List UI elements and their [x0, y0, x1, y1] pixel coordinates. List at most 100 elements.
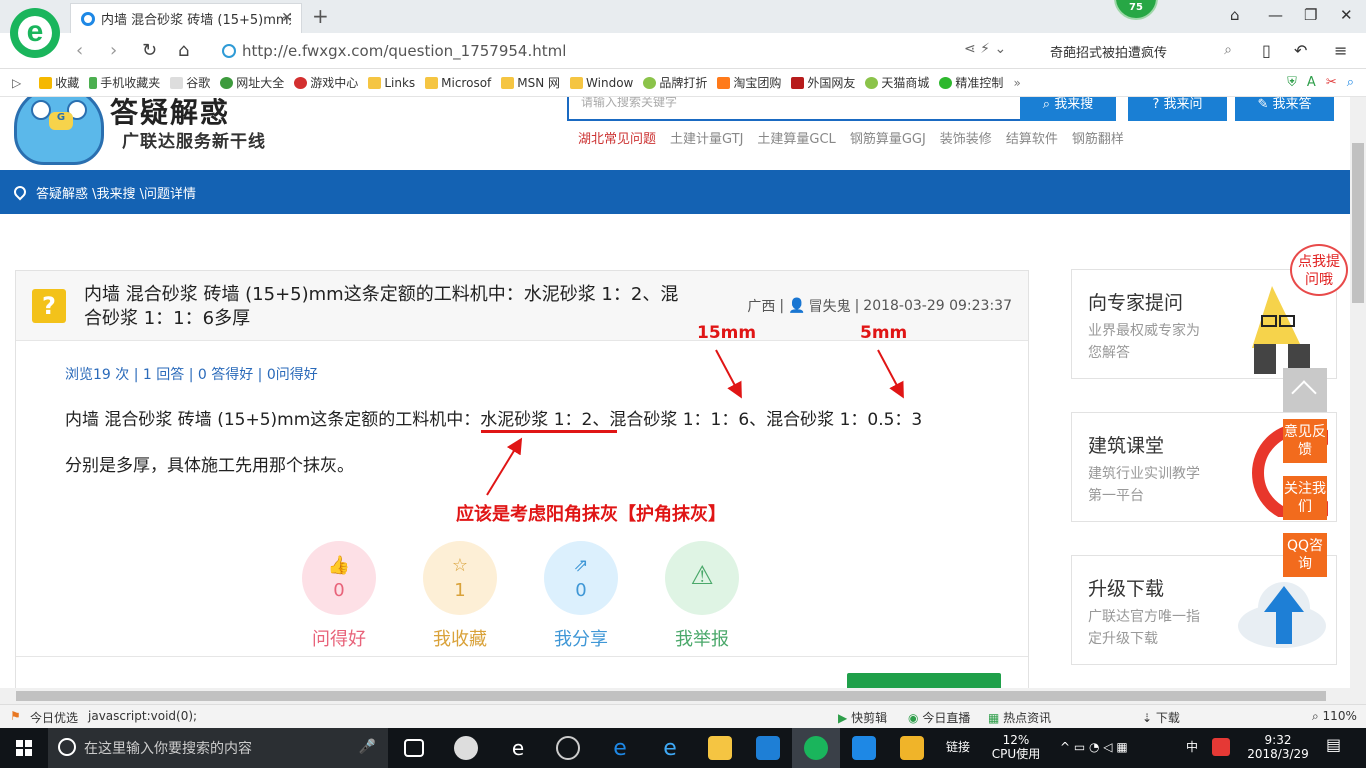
bookmark-item[interactable]: 天猫商城	[865, 74, 929, 91]
star-icon	[39, 76, 53, 89]
bookmark-folder[interactable]: Links	[368, 76, 415, 90]
scroll-thumb[interactable]	[1352, 143, 1364, 303]
bookmark-item[interactable]: 收藏	[39, 74, 79, 91]
bookmark-folder[interactable]: Window	[570, 76, 633, 90]
taobao-icon	[717, 76, 731, 89]
zoom-level[interactable]: ⌕ 110%	[1312, 709, 1357, 724]
translate-icon[interactable]: A	[1307, 75, 1316, 90]
sidebar-toggle-icon[interactable]: ▷	[12, 76, 21, 90]
shield-icon[interactable]: ⛨	[1287, 75, 1297, 90]
app-icon[interactable]	[454, 736, 478, 760]
status-item[interactable]: ▦ 热点资讯	[988, 709, 1051, 726]
app-icon[interactable]	[852, 736, 876, 760]
card-desc: 业界最权威专家为您解答	[1088, 323, 1200, 361]
status-left[interactable]: 今日优选	[30, 709, 78, 726]
scissors-icon[interactable]: ✂	[1326, 75, 1337, 90]
close-tab-icon[interactable]: ✕	[281, 10, 293, 26]
qq-button[interactable]: QQ咨询	[1283, 533, 1327, 577]
feedback-button[interactable]: 意见反馈	[1283, 419, 1327, 463]
bookmark-item[interactable]: 手机收藏夹	[89, 74, 160, 91]
glodon-icon[interactable]	[756, 736, 780, 760]
news-icon	[791, 76, 805, 89]
leaf-icon	[865, 76, 879, 89]
folder-icon	[501, 76, 515, 89]
share-icon[interactable]: ⋖ ⚡ ⌄	[964, 41, 1006, 57]
address-bar: ‹ › ↻ ⌂ http://e.fwxgx.com/question_1757…	[0, 33, 1366, 69]
security-icon	[222, 44, 236, 58]
undo-icon[interactable]: ↶	[1294, 41, 1307, 60]
task-view-icon[interactable]	[404, 739, 424, 757]
file-explorer-icon[interactable]	[708, 736, 732, 760]
cpu-meter: 12% CPU使用	[991, 733, 1041, 761]
chrome-like-icon[interactable]	[556, 736, 580, 760]
search-icon[interactable]: ⌕	[1224, 42, 1232, 58]
microphone-icon[interactable]: 🎤	[359, 739, 376, 755]
restore-icon[interactable]: ❐	[1304, 6, 1317, 24]
bookmark-item[interactable]: 精准控制	[939, 74, 1003, 91]
browser-tab[interactable]: 内墙 混合砂浆 砖墙 (15+5)mm这 ✕	[70, 3, 302, 33]
bookmark-item[interactable]: 品牌打折	[643, 74, 707, 91]
vertical-scrollbar[interactable]	[1350, 97, 1366, 688]
bookmark-item[interactable]: 淘宝团购	[717, 74, 781, 91]
tray-icons[interactable]: ^ ▭ ◔ ◁ ▦	[1060, 740, 1128, 754]
clock[interactable]: 9:32 2018/3/29	[1246, 733, 1310, 761]
ie-icon[interactable]: e	[658, 736, 682, 761]
phone-icon	[89, 76, 98, 89]
card-title: 升级下载	[1088, 578, 1165, 600]
ask-bubble[interactable]: 点我提问哦	[1290, 244, 1348, 296]
bookmark-item[interactable]: 外国网友	[791, 74, 855, 91]
taskbar-search[interactable]: 在这里输入你要搜索的内容 🎤	[48, 728, 388, 768]
refresh-icon[interactable]: ↻	[142, 40, 157, 61]
bookmark-item[interactable]: 谷歌	[170, 74, 210, 91]
bookmark-item[interactable]: 游戏中心	[294, 74, 358, 91]
windows-start-icon[interactable]	[16, 740, 33, 757]
notification-center-icon[interactable]: ▤	[1326, 737, 1341, 753]
card-desc: 建筑行业实训教学第一平台	[1088, 466, 1200, 504]
bookmark-folder[interactable]: MSN 网	[501, 74, 560, 91]
find-icon[interactable]: ⌕	[1347, 75, 1354, 90]
url-field[interactable]: http://e.fwxgx.com/question_1757954.html	[222, 38, 1034, 64]
app-tray-icon[interactable]	[1212, 738, 1230, 756]
bookmark-folder[interactable]: Microsof	[425, 76, 491, 90]
home-icon[interactable]: ⌂	[178, 40, 189, 61]
status-item[interactable]: ⇣ 下载	[1142, 709, 1180, 726]
ime-indicator[interactable]: 中	[1186, 740, 1198, 754]
edge-icon[interactable]: e	[608, 736, 632, 761]
browser-search-input[interactable]: 奇葩招式被拍遭疯传 ⌕	[1040, 38, 1240, 64]
cortana-icon	[58, 738, 76, 756]
tab-title: 内墙 混合砂浆 砖墙 (15+5)mm这	[101, 13, 291, 28]
globe-icon	[220, 76, 234, 89]
leaf-icon	[643, 76, 657, 89]
phone-icon[interactable]: ▯	[1262, 41, 1271, 60]
status-item[interactable]: ◉ 今日直播	[908, 709, 970, 726]
edge-legacy-icon[interactable]: e	[506, 736, 530, 760]
follow-button[interactable]: 关注我们	[1283, 476, 1327, 520]
more-bookmarks[interactable]: »	[1013, 76, 1020, 90]
horizontal-scrollbar[interactable]	[0, 688, 1366, 704]
minimize-icon[interactable]: —	[1268, 6, 1283, 24]
search-suggestion: 奇葩招式被拍遭疯传	[1050, 45, 1168, 61]
back-icon[interactable]: ‹	[76, 40, 83, 61]
browser-logo[interactable]: e	[10, 8, 60, 58]
new-tab-icon[interactable]: +	[312, 4, 329, 28]
back-to-top-button[interactable]	[1283, 368, 1327, 412]
card-desc: 广联达官方唯一指定升级下载	[1088, 609, 1200, 647]
url-text: http://e.fwxgx.com/question_1757954.html	[242, 42, 567, 60]
scroll-thumb[interactable]	[16, 691, 1326, 701]
status-bar: ⚑ 今日优选 javascript:void(0); ▶ 快剪辑 ◉ 今日直播 …	[0, 704, 1366, 728]
close-window-icon[interactable]: ✕	[1340, 6, 1353, 24]
site-favicon-icon	[81, 11, 95, 26]
menu-icon[interactable]: ≡	[1334, 41, 1347, 60]
browser-taskbar-icon[interactable]	[804, 736, 828, 760]
skin-icon[interactable]: ⌂	[1230, 6, 1240, 24]
wechat-icon	[939, 76, 953, 89]
forward-icon[interactable]: ›	[110, 40, 117, 61]
folder-icon	[570, 76, 584, 89]
web-page: G 答疑解惑 广联达服务新干线 请输入搜索关键字 ⌕ 我来搜 ? 我来问 ✎ 我…	[0, 97, 1350, 688]
card-title: 建筑课堂	[1088, 435, 1165, 457]
notes-icon[interactable]	[900, 736, 924, 760]
notification-badge[interactable]: 75	[1114, 0, 1158, 20]
bookmark-item[interactable]: 网址大全	[220, 74, 284, 91]
status-item[interactable]: ▶ 快剪辑	[838, 709, 887, 726]
links-toolbar[interactable]: 链接	[946, 740, 970, 754]
